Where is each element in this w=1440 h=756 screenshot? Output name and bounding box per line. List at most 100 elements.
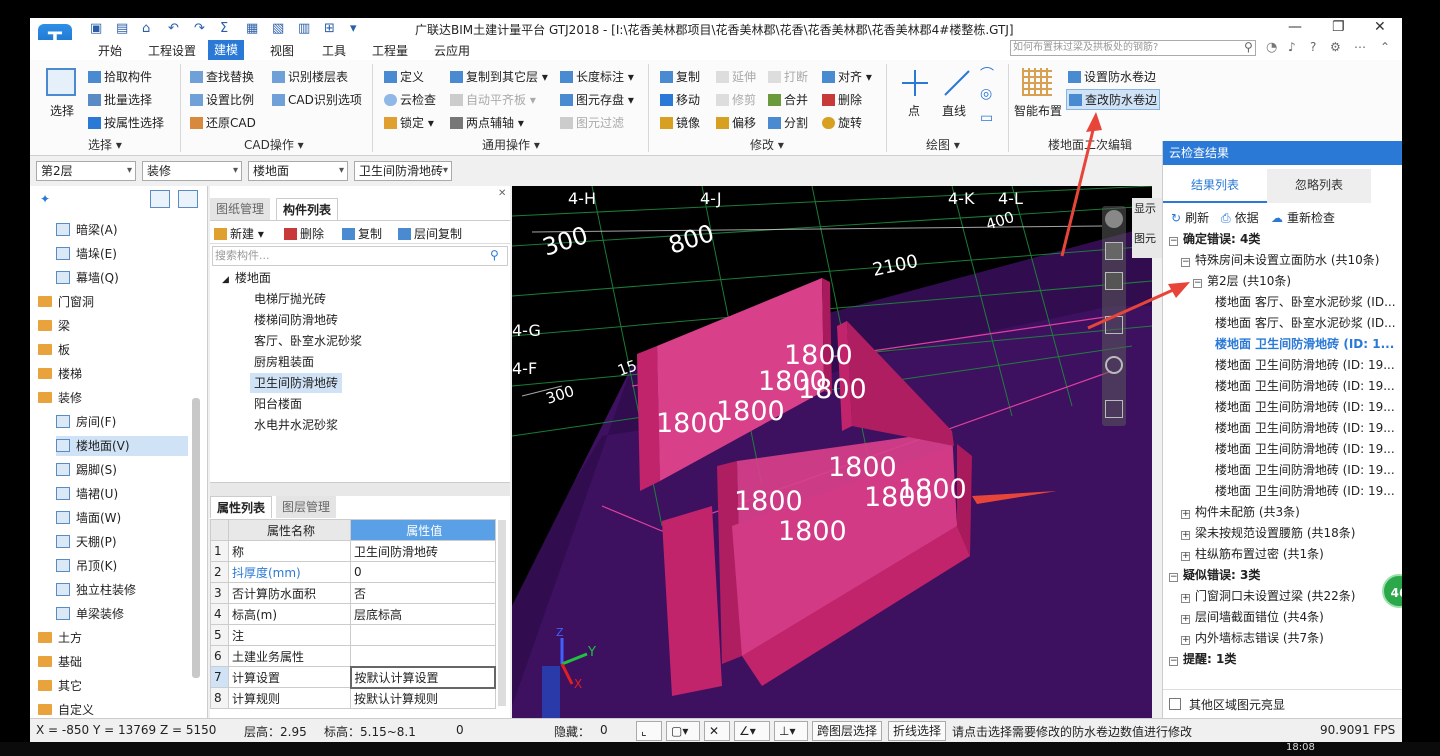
edit-waterproof-edge-button[interactable]: 查改防水卷边 <box>1066 89 1161 110</box>
2d-view-icon[interactable] <box>1105 242 1123 260</box>
nav-folder[interactable]: 楼梯 <box>38 364 188 384</box>
panel-close-icon[interactable]: ✕ <box>498 188 506 199</box>
split-button[interactable]: 分割 <box>768 114 808 131</box>
tab-component-list[interactable]: 构件列表 <box>276 198 339 220</box>
nav-item[interactable]: 单梁装修 <box>56 604 188 624</box>
result-item[interactable]: 楼地面 卫生间防滑地砖 (ID: 19... <box>1215 439 1395 459</box>
quick-access-icon[interactable]: ▣ <box>90 21 102 36</box>
help-search-input[interactable]: 如何布置抹过梁及拱板处的钢筋? <box>1010 40 1256 56</box>
angle-icon[interactable]: ∠▾ <box>734 721 770 741</box>
nav-item[interactable]: 房间(F) <box>56 412 188 432</box>
new-component-button[interactable]: 新建 ▾ <box>214 225 264 242</box>
cross-icon[interactable]: ✕ <box>704 721 730 741</box>
search-icon[interactable]: ⚲ <box>1244 40 1253 54</box>
element-tab[interactable]: 图元 <box>1134 230 1156 246</box>
floor-select[interactable]: 第2层 <box>36 161 136 181</box>
property-row[interactable]: 5注 <box>210 624 496 646</box>
component-search-input[interactable]: 搜索构件... <box>212 246 508 266</box>
pin-icon[interactable]: ✦ <box>40 192 50 206</box>
restore-cad-button[interactable]: 还原CAD <box>190 114 256 131</box>
component-list-item[interactable]: 水电井水泥砂浆 <box>250 415 342 435</box>
two-point-axis-button[interactable]: 两点辅轴 ▾ <box>450 114 524 131</box>
nav-folder[interactable]: 板 <box>38 340 188 360</box>
component-select[interactable]: 卫生间防滑地砖 <box>354 161 452 181</box>
cad-group-label[interactable]: CAD操作 ▾ <box>244 136 304 153</box>
merge-button[interactable]: 合并 <box>768 91 808 108</box>
nav-folder[interactable]: 其它 <box>38 676 188 696</box>
nav-item[interactable]: 墙面(W) <box>56 508 188 528</box>
result-category[interactable]: − 特殊房间未设置立面防水 (共10条) <box>1181 250 1379 270</box>
user-icon[interactable]: ◔ <box>1266 40 1277 55</box>
property-row[interactable]: 3 否计算防水面积否 <box>210 582 496 604</box>
extend-button[interactable]: 延伸 <box>716 68 756 85</box>
component-list-item[interactable]: 电梯厅抛光砖 <box>250 289 330 309</box>
menu-item[interactable]: 工程量 <box>372 42 408 59</box>
collapse-icon[interactable]: − <box>1169 237 1178 246</box>
pick-component-button[interactable]: 拾取构件 <box>88 68 152 85</box>
quick-access-icon[interactable]: ▤ <box>116 21 128 36</box>
rotate-button[interactable]: 旋转 <box>822 114 862 131</box>
quick-access-icon[interactable]: ▾ <box>350 21 357 36</box>
identify-floor-table-button[interactable]: 识别楼层表 <box>272 68 348 85</box>
expand-icon[interactable]: + <box>1181 594 1190 603</box>
component-list-item[interactable]: 楼梯间防滑地砖 <box>250 310 342 330</box>
property-value[interactable]: 否 <box>350 582 496 604</box>
tab-layer-management[interactable]: 图层管理 <box>276 496 337 518</box>
refresh-button[interactable]: ↻ 刷新 <box>1171 209 1209 226</box>
help-icon[interactable]: ? <box>1310 40 1316 54</box>
result-item[interactable]: 楼地面 客厅、卧室水泥砂浆 (ID... <box>1215 292 1396 312</box>
splitter[interactable] <box>210 482 510 496</box>
menu-item[interactable]: 云应用 <box>434 42 470 59</box>
expand-icon[interactable]: + <box>1181 531 1190 540</box>
menu-item[interactable]: 开始 <box>98 42 122 59</box>
mirror-button[interactable]: 镜像 <box>660 114 700 131</box>
select-button[interactable]: 选择 <box>50 102 74 119</box>
nav-item[interactable]: 独立柱装修 <box>56 580 188 600</box>
nav-folder[interactable]: 基础 <box>38 652 188 672</box>
auto-align-slab-button[interactable]: 自动平齐板 ▾ <box>450 91 536 108</box>
property-value[interactable]: 按默认计算规则 <box>350 687 496 709</box>
lock-button[interactable]: 锁定 ▾ <box>384 114 434 131</box>
minimize-button[interactable]: — <box>1288 19 1302 35</box>
quick-access-icon[interactable]: ⊞ <box>324 21 335 36</box>
draw-group-label[interactable]: 绘图 ▾ <box>926 136 960 153</box>
move-button[interactable]: 移动 <box>660 91 700 108</box>
line-button[interactable]: 直线 <box>942 102 966 119</box>
component-list-item[interactable]: 厨房粗装面 <box>250 352 318 372</box>
select-by-property-button[interactable]: 按属性选择 <box>88 114 164 131</box>
property-value[interactable] <box>350 624 496 646</box>
nav-item[interactable]: 吊顶(K) <box>56 556 188 576</box>
result-category[interactable]: − 第2层 (共10条) <box>1193 271 1291 291</box>
3d-view-icon[interactable] <box>1105 272 1123 290</box>
rectangle-icon[interactable]: ▭ <box>980 110 993 126</box>
result-category[interactable]: − 提醒: 1类 <box>1169 649 1236 669</box>
property-value[interactable]: 层底标高 <box>350 603 496 625</box>
nav-item[interactable]: 踢脚(S) <box>56 460 188 480</box>
property-row[interactable]: 4 标高(m) 层底标高 <box>210 603 496 625</box>
quick-access-icon[interactable]: ↷ <box>194 21 205 36</box>
break-button[interactable]: 打断 <box>768 68 808 85</box>
quick-access-icon[interactable]: ▧ <box>272 21 284 36</box>
result-category[interactable]: + 层间墙截面错位 (共4条) <box>1181 607 1324 627</box>
list-view-icon[interactable] <box>150 190 170 208</box>
result-category[interactable]: + 内外墙标志错误 (共7条) <box>1181 628 1324 648</box>
nav-item[interactable]: 墙裙(U) <box>56 484 188 504</box>
snap-icon[interactable]: ▢▾ <box>666 721 700 741</box>
cross-layer-select-button[interactable]: 跨图层选择 <box>812 721 883 741</box>
result-category[interactable]: + 梁未按规范设置腰筋 (共18条) <box>1181 523 1355 543</box>
set-waterproof-edge-button[interactable]: 设置防水卷边 <box>1068 68 1156 85</box>
result-item[interactable]: 楼地面 卫生间防滑地砖 (ID: 19... <box>1215 460 1395 480</box>
set-scale-button[interactable]: 设置比例 <box>190 91 254 108</box>
property-scrollbar[interactable] <box>498 520 506 706</box>
nav-folder[interactable]: 装修 <box>38 388 188 408</box>
cloud-check-button[interactable]: 云检查 <box>384 91 436 108</box>
result-item[interactable]: 楼地面 卫生间防滑地砖 (ID: 19... <box>1215 376 1395 396</box>
batch-select-button[interactable]: 批量选择 <box>88 91 152 108</box>
nav-item[interactable]: 楼地面(V) <box>56 436 188 456</box>
category-select[interactable]: 装修 <box>142 161 242 181</box>
menu-item[interactable]: 建模 <box>208 40 245 60</box>
3d-viewport[interactable]: 4-H 4-J 4-K 4-L 4-G 4-F 300 800 2100 400 300 15 18… <box>512 186 1152 718</box>
property-value[interactable]: 卫生间防滑地砖 <box>350 540 496 562</box>
polyline-select-button[interactable]: 折线选择 <box>888 721 947 741</box>
menu-item[interactable]: 工具 <box>322 42 346 59</box>
